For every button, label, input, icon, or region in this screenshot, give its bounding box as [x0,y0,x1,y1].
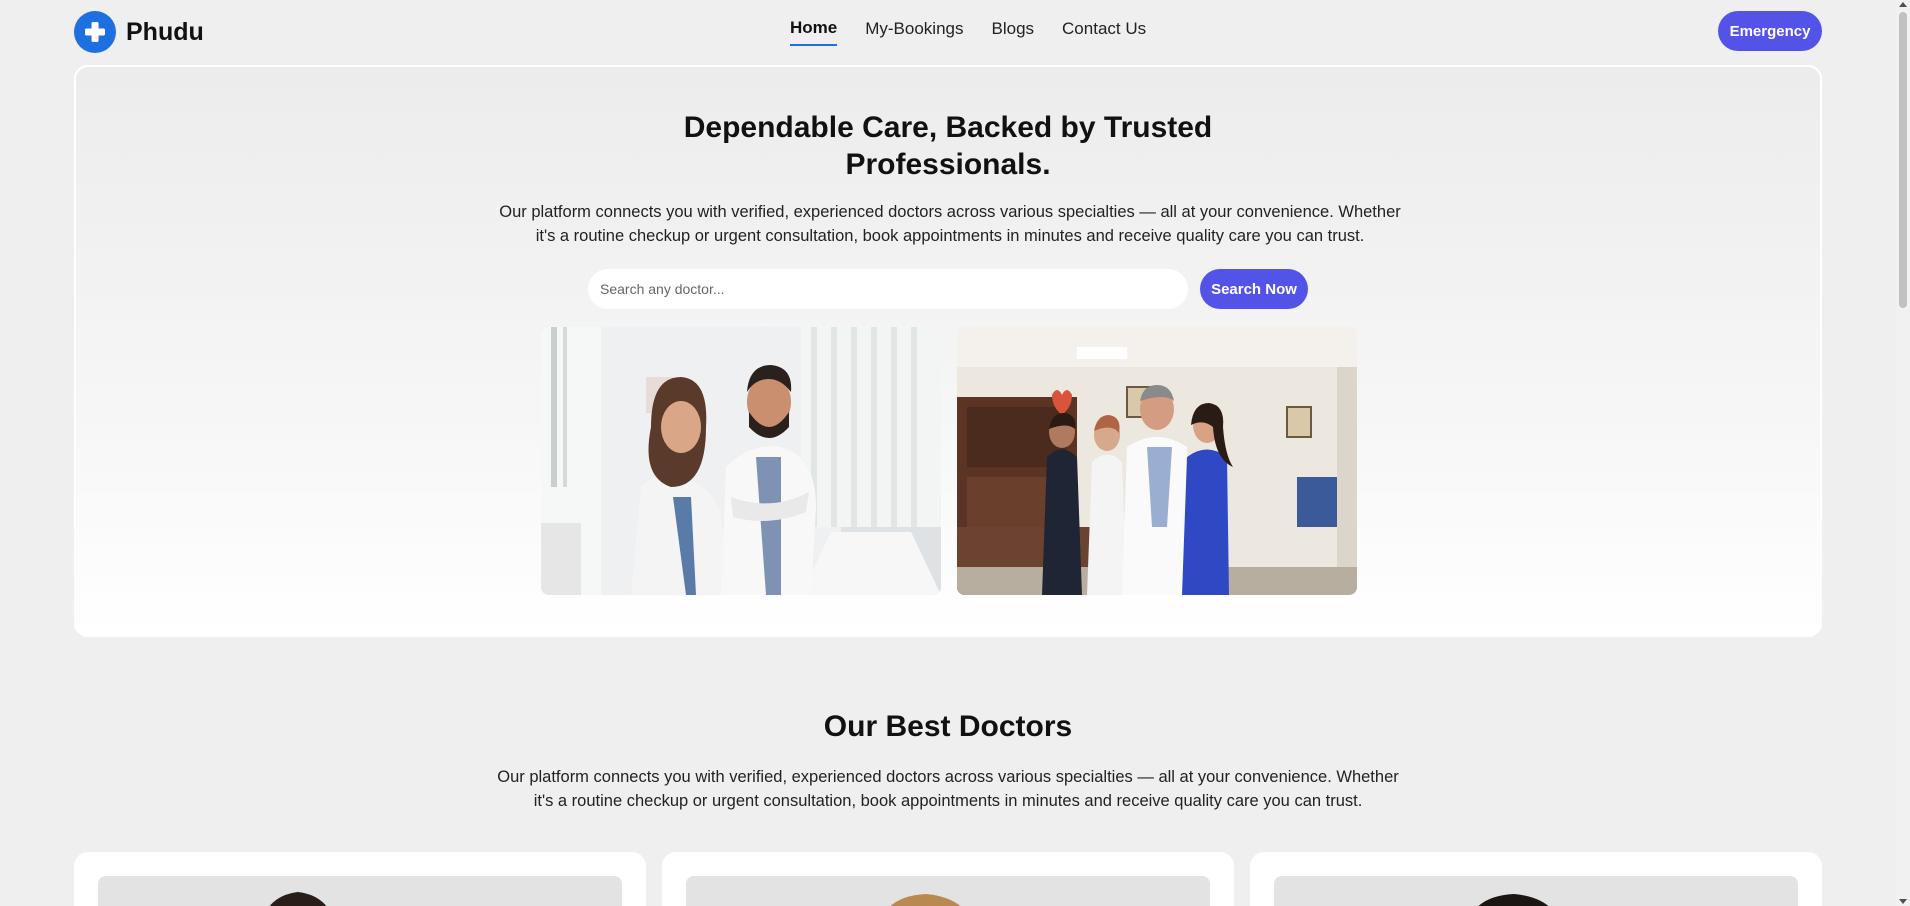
emergency-button[interactable]: Emergency [1718,11,1822,51]
scroll-thumb[interactable] [1899,12,1907,308]
doctor-photo [1274,876,1798,906]
scroll-down-icon[interactable] [1899,899,1907,904]
navbar: Phudu Home My-Bookings Blogs Contact Us … [74,10,1822,54]
main-nav: Home My-Bookings Blogs Contact Us [790,10,1146,54]
nav-my-bookings[interactable]: My-Bookings [865,19,963,45]
doctor-card[interactable] [1250,852,1822,906]
hero-title-line2: Professionals. [845,148,1051,181]
search-input[interactable] [588,269,1188,309]
hero-title-line1: Dependable Care, Backed by Trusted [683,111,1213,144]
doctor-photo [98,876,622,906]
hero-image-doctors-pair [541,327,941,595]
search-button[interactable]: Search Now [1200,269,1308,309]
nav-home[interactable]: Home [790,18,838,46]
hero-description: Our platform connects you with verified,… [499,203,1401,245]
hero-banner: Dependable Care, Backed by Trusted Profe… [74,65,1822,637]
hero-image-medical-team [957,327,1357,595]
hero-title: Dependable Care, Backed by Trusted Profe… [76,109,1820,183]
doctor-card[interactable] [74,852,646,906]
nav-blogs[interactable]: Blogs [992,19,1035,45]
nav-contact-us[interactable]: Contact Us [1062,19,1146,45]
brand[interactable]: Phudu [74,11,204,53]
doctors-section-description: Our platform connects you with verified,… [497,768,1399,810]
doctors-section-title: Our Best Doctors [823,710,1073,743]
page-scrollbar[interactable] [1896,0,1910,906]
doctor-photo [686,876,1210,906]
doctor-card[interactable] [662,852,1234,906]
scroll-up-icon[interactable] [1899,2,1907,7]
brand-name: Phudu [126,17,204,46]
search-bar: Search Now [588,269,1308,309]
plus-icon [74,11,116,53]
